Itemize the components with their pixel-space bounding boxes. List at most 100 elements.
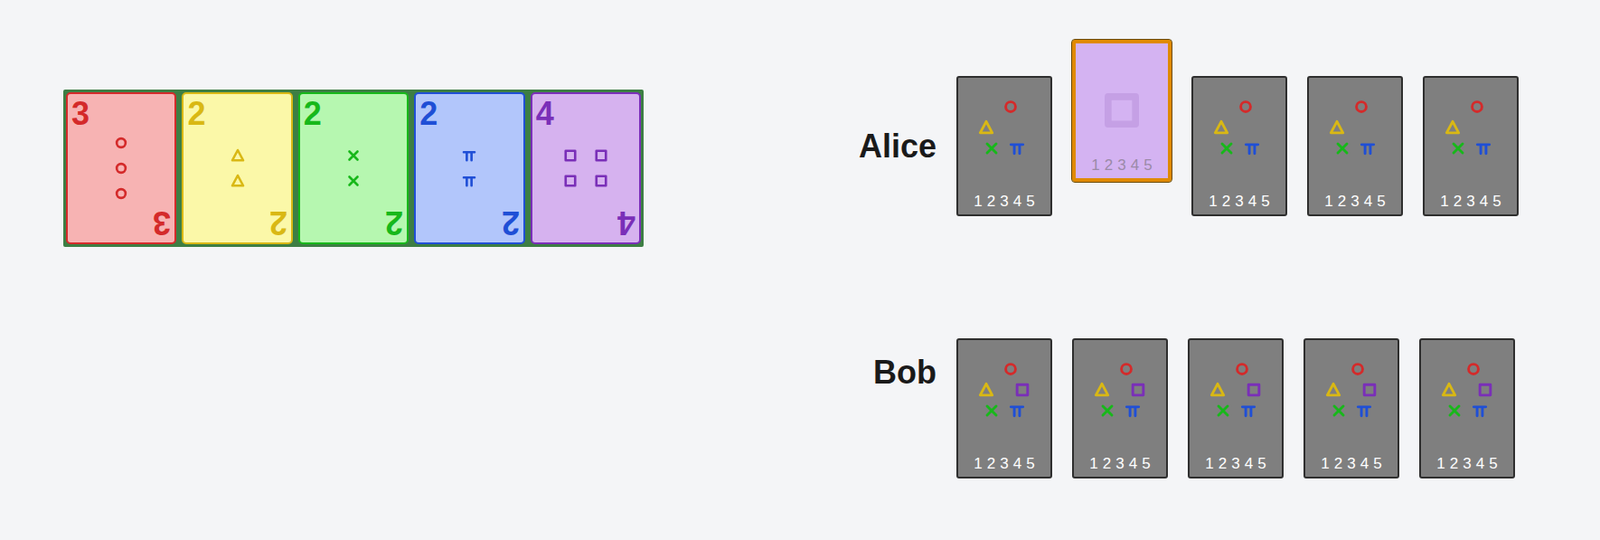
yellow-suit-icon [977, 118, 996, 137]
yellow-suit-icon [1440, 380, 1459, 399]
hand-card[interactable]: 12345 [1422, 75, 1519, 217]
green-suit-icon [1329, 401, 1348, 420]
possible-suits [1440, 359, 1495, 420]
possible-ranks: 12345 [1324, 192, 1385, 211]
stack-rank: 2 [419, 97, 438, 131]
stack-rank-bottom: 2 [385, 206, 404, 239]
play-stack-card: 22 [414, 92, 525, 245]
green-suit-icon [982, 139, 1001, 158]
yellow-suit-icon [1212, 118, 1231, 137]
stack-rank: 2 [303, 97, 322, 131]
stack-rank-bottom: 3 [152, 206, 171, 239]
rank-digit: 3 [1234, 192, 1243, 211]
rank-digit: 2 [987, 454, 996, 473]
rank-digit: 2 [1334, 454, 1343, 473]
play-stack-card: 44 [530, 92, 641, 245]
rank-digit: 5 [1492, 192, 1501, 211]
stack-pips [110, 134, 132, 202]
rank-digit: 2 [1218, 454, 1227, 473]
play-stack-card: 22 [298, 92, 409, 245]
rank-digit: 2 [1449, 454, 1459, 473]
yellow-suit-icon [1443, 118, 1462, 137]
yellow-suit-icon [1324, 380, 1343, 399]
possible-suits [977, 359, 1032, 420]
hand-card[interactable]: 12345 [1187, 338, 1284, 479]
selected-hand-card[interactable]: 12345 [1072, 39, 1172, 182]
green-suit-icon [1217, 139, 1236, 158]
rank-digit: 4 [1248, 192, 1257, 211]
rank-digit: 2 [1453, 192, 1462, 211]
yellow-suit-icon [229, 172, 246, 189]
rank-digit: 5 [1376, 192, 1385, 211]
rank-digit: 1 [1324, 192, 1333, 211]
blue-suit-icon [1239, 401, 1258, 420]
rank-digit: 5 [1261, 192, 1270, 211]
stack-rank-bottom: 2 [501, 206, 520, 239]
rank-digit: 3 [1115, 454, 1124, 473]
blue-suit-icon [461, 147, 478, 164]
blue-suit-icon [1123, 401, 1142, 420]
red-suit-icon [1464, 359, 1483, 378]
rank-digit: 3 [1350, 192, 1359, 211]
green-suit-icon [1214, 401, 1233, 420]
rank-digit: 5 [1488, 454, 1497, 473]
possible-suits [1324, 359, 1379, 420]
possible-ranks: 12345 [1440, 192, 1501, 211]
blue-suit-icon [1242, 139, 1262, 158]
green-suit-icon [1333, 139, 1352, 158]
hand-card[interactable]: 12345 [956, 338, 1053, 479]
red-suit-icon [112, 134, 130, 151]
red-suit-icon [1468, 97, 1487, 116]
purple-suit-icon [592, 147, 610, 164]
players: Alice1234512345123451234512345Bob1234512… [840, 0, 1519, 540]
purple-suit-icon [1013, 380, 1032, 399]
hand-card[interactable]: 12345 [1191, 75, 1288, 217]
green-suit-icon [345, 172, 362, 189]
play-stacks: 3322222244 [63, 89, 644, 247]
hand-cards: 1234512345123451234512345 [956, 301, 1516, 479]
purple-suit-icon [1098, 86, 1146, 134]
possible-suits [977, 97, 1032, 158]
hand-card[interactable]: 12345 [1303, 338, 1400, 479]
blue-suit-icon [1355, 401, 1374, 420]
rank-digit: 4 [1244, 454, 1253, 473]
stack-rank: 2 [187, 97, 206, 131]
purple-suit-icon [1360, 380, 1379, 399]
blue-suit-icon [1474, 139, 1493, 158]
player-name: Alice [858, 122, 937, 171]
hand-card[interactable]: 12345 [1307, 75, 1403, 217]
rank-digit: 3 [1231, 454, 1240, 473]
blue-suit-icon [1358, 139, 1377, 158]
possible-suits [1212, 97, 1267, 158]
green-suit-icon [1098, 401, 1117, 420]
possible-ranks: 12345 [1320, 454, 1382, 473]
hand-card[interactable]: 12345 [956, 75, 1053, 217]
player-hand: Bob1234512345123451234512345 [840, 301, 1519, 479]
green-suit-icon [982, 401, 1001, 420]
green-suit-icon [1445, 401, 1464, 420]
rank-digit: 3 [1466, 192, 1475, 211]
purple-suit-icon [562, 172, 579, 189]
yellow-suit-icon [1092, 380, 1111, 399]
play-stack-card: 22 [181, 92, 292, 245]
rank-digit: 5 [1141, 454, 1150, 473]
rank-digit: 4 [1013, 454, 1022, 473]
possible-ranks: 12345 [1204, 454, 1266, 473]
player-name: Bob [873, 348, 937, 397]
purple-suit-icon [562, 147, 579, 164]
stack-rank-bottom: 2 [269, 206, 288, 239]
game-board: 3322222244Alice1234512345123451234512345… [0, 0, 1600, 540]
hand-card[interactable]: 12345 [1419, 338, 1516, 479]
red-suit-icon [1232, 359, 1252, 378]
possible-ranks: 12345 [1089, 454, 1150, 473]
rank-digit: 1 [1436, 454, 1445, 473]
possible-ranks: 12345 [973, 192, 1035, 211]
red-suit-icon [1348, 359, 1367, 378]
purple-suit-icon [1129, 380, 1148, 399]
red-suit-icon [1352, 97, 1371, 116]
rank-digit: 3 [1117, 156, 1126, 175]
possible-suits [1327, 97, 1383, 158]
green-suit-icon [345, 147, 362, 164]
rank-digit: 1 [1320, 454, 1329, 473]
hand-card[interactable]: 12345 [1072, 338, 1168, 479]
